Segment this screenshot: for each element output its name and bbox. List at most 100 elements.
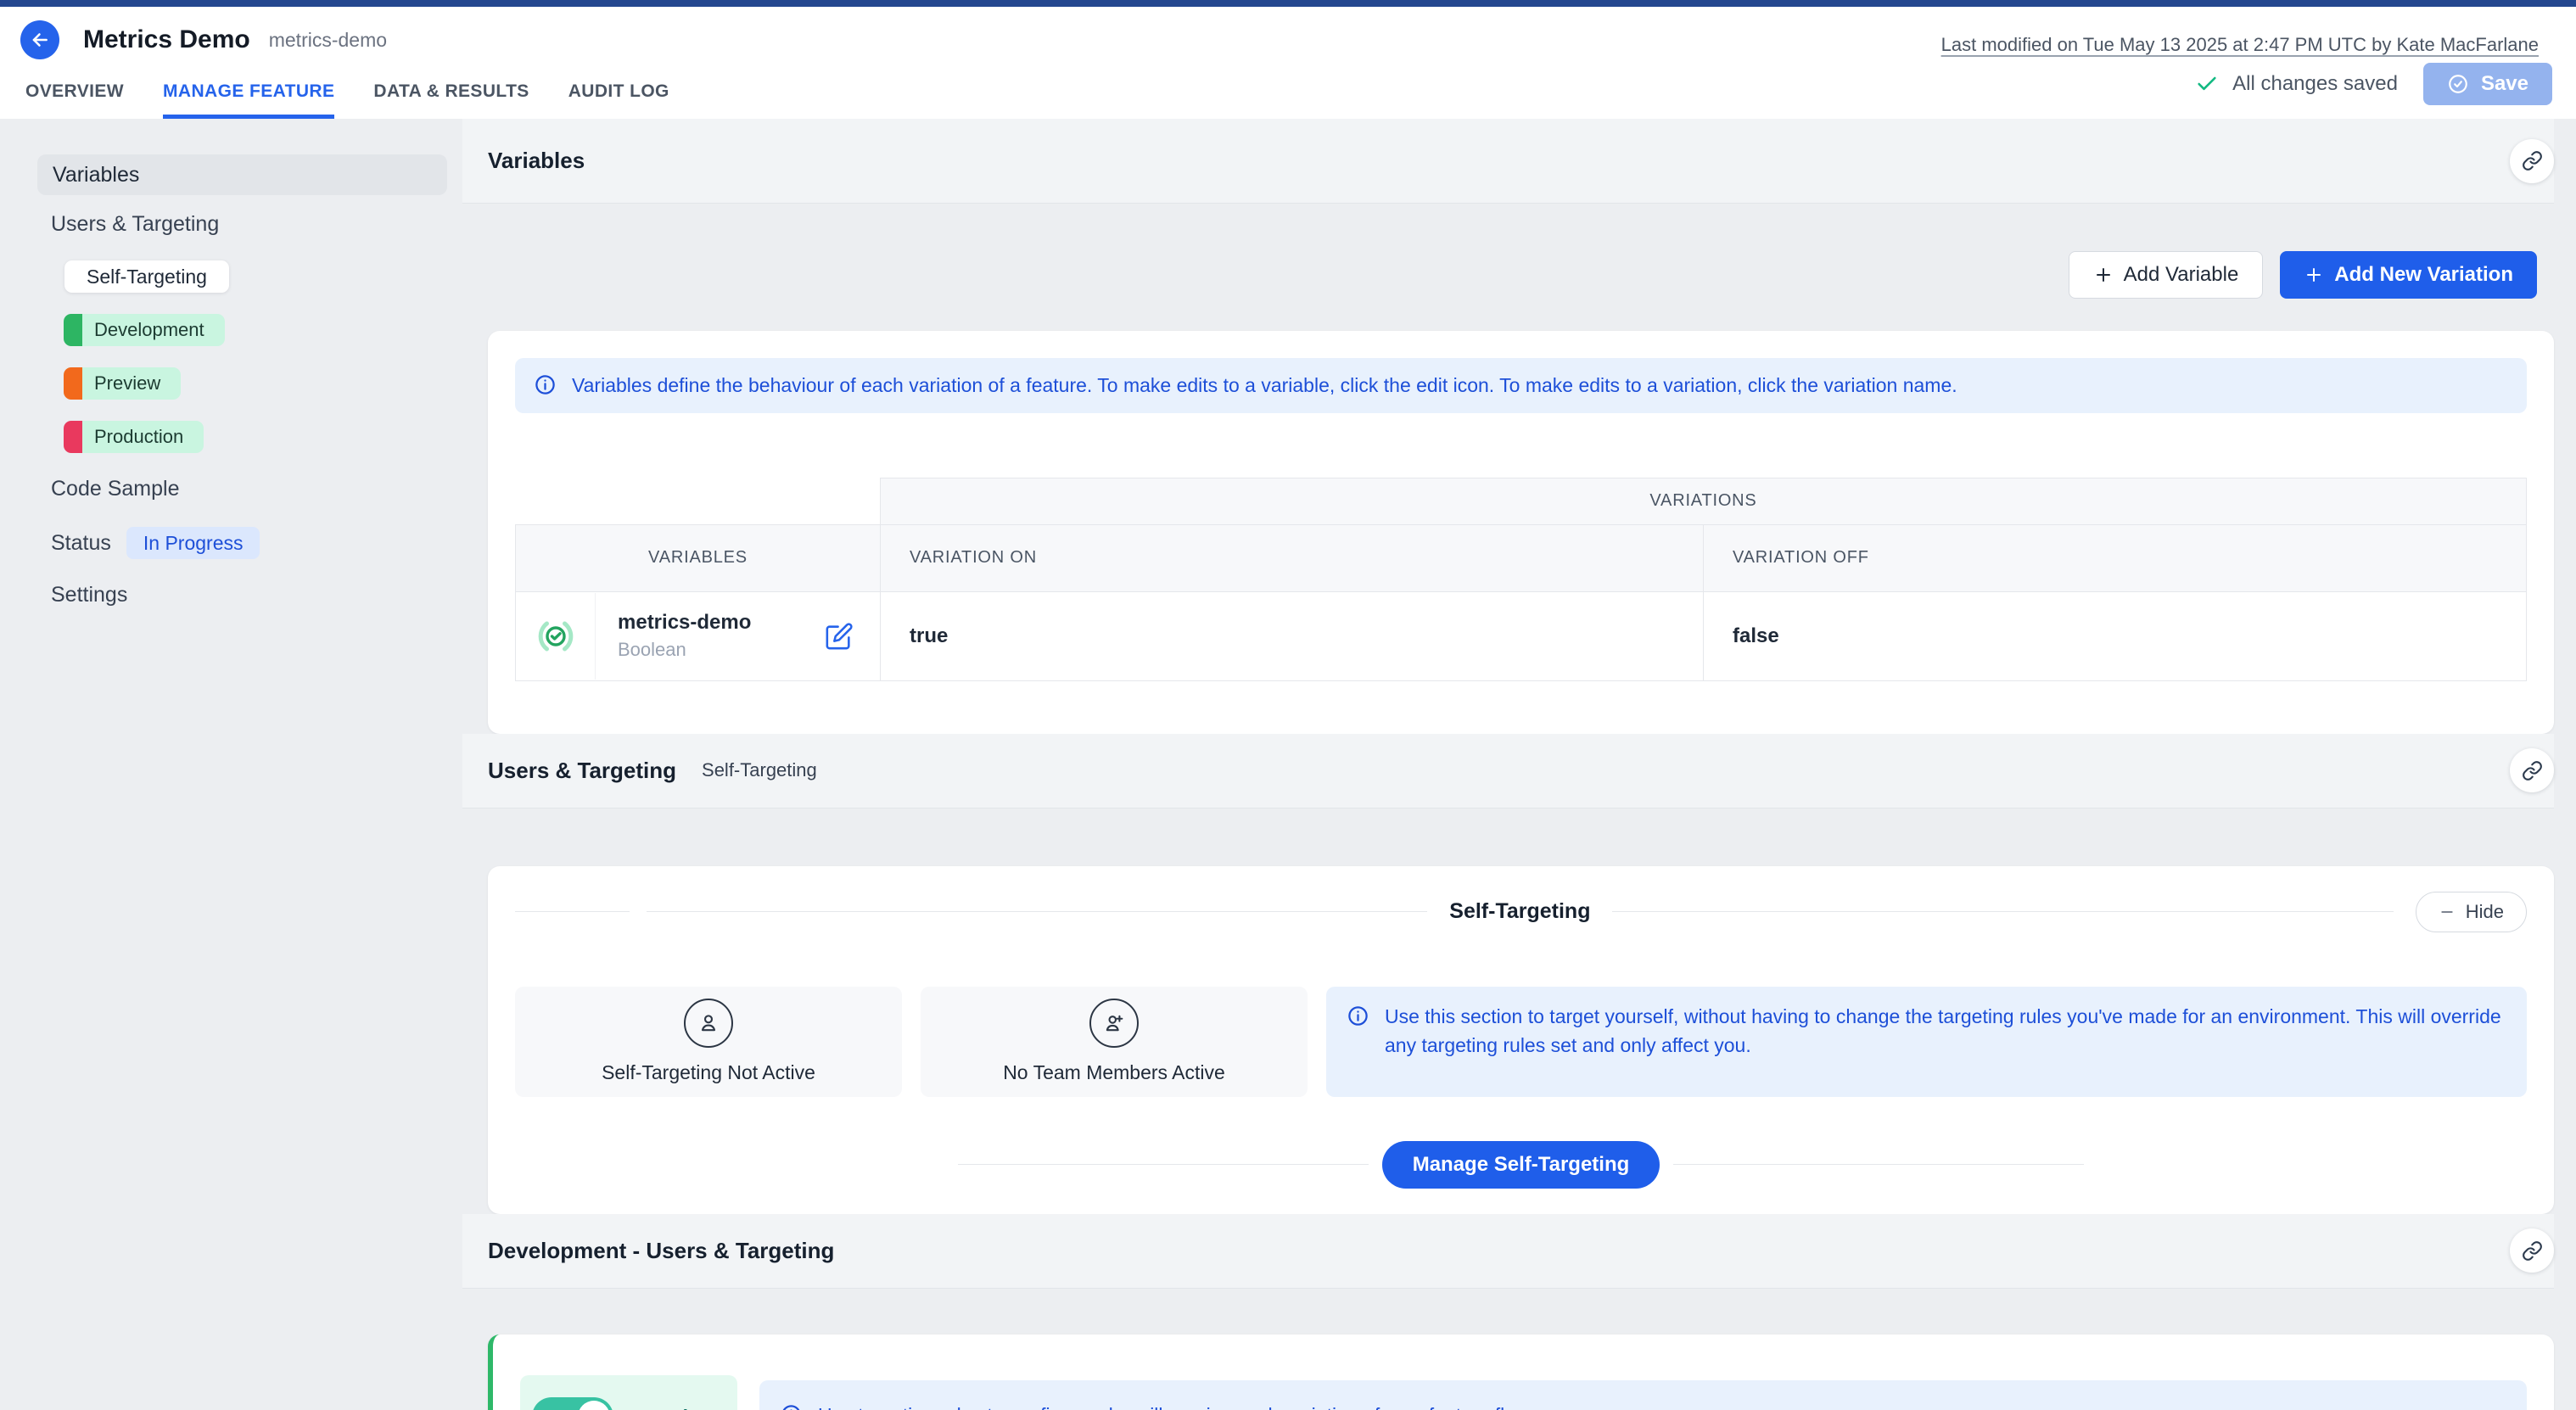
variables-table: VARIATIONS VARIABLES VARIATION ON VARIAT…: [515, 478, 2527, 681]
sidebar-item-code-sample[interactable]: Code Sample: [51, 477, 462, 501]
info-icon: [780, 1401, 803, 1410]
variation-off-value: false: [1704, 591, 2527, 680]
col-header-variables: VARIABLES: [516, 524, 881, 591]
last-modified-link[interactable]: Last modified on Tue May 13 2025 at 2:47…: [1941, 34, 2539, 56]
sidebar-status-row: Status In Progress: [51, 527, 462, 559]
self-targeting-status-row: Self-Targeting Not Active No Team Member…: [515, 987, 2527, 1097]
tab-manage-feature[interactable]: MANAGE FEATURE: [163, 81, 334, 119]
manage-self-targeting-button[interactable]: Manage Self-Targeting: [1382, 1141, 1660, 1189]
sidebar-item-self-targeting[interactable]: Self-Targeting: [64, 260, 229, 293]
self-targeting-status-label: Self-Targeting Not Active: [602, 1061, 815, 1084]
variables-anchor-link-button[interactable]: [2510, 139, 2554, 183]
hide-button-label: Hide: [2466, 901, 2504, 923]
development-info-banner: Use targeting rules to configure who wil…: [759, 1380, 2527, 1410]
section-header-development: Development - Users & Targeting: [462, 1214, 2554, 1289]
targeting-toggle-panel: Targeting ON: [520, 1375, 737, 1410]
sidebar-item-env-production[interactable]: Production: [64, 421, 204, 453]
divider: [958, 1164, 1369, 1165]
tab-data-results[interactable]: DATA & RESULTS: [373, 81, 529, 119]
users-targeting-anchor-link-button[interactable]: [2510, 748, 2554, 792]
save-button[interactable]: Save: [2423, 63, 2552, 105]
link-icon: [2522, 150, 2543, 171]
page-slug: metrics-demo: [269, 29, 387, 52]
section-header-variables: Variables: [462, 119, 2554, 204]
env-color-bar: [64, 367, 82, 400]
plus-icon: [2093, 265, 2114, 285]
check-circle-icon: [2447, 73, 2469, 95]
title-group: Metrics Demo metrics-demo: [20, 20, 387, 59]
sidebar-item-variables[interactable]: Variables: [37, 154, 447, 195]
self-targeting-info-text: Use this section to target yourself, wit…: [1385, 1002, 2506, 1060]
divider: [647, 911, 1427, 912]
development-anchor-link-button[interactable]: [2510, 1228, 2554, 1273]
variables-actions-row: Add Variable Add New Variation: [488, 251, 2537, 299]
main-panel: Variables Add Variable Add New Variation: [462, 119, 2576, 1410]
page-header: Metrics Demo metrics-demo Last modified …: [0, 7, 2576, 119]
divider: [1612, 911, 2393, 912]
save-status: All changes saved: [2195, 72, 2398, 96]
users-targeting-subtitle: Self-Targeting: [702, 759, 817, 781]
team-members-status-label: No Team Members Active: [1003, 1061, 1225, 1084]
development-section-title: Development - Users & Targeting: [488, 1238, 834, 1264]
variables-section-title: Variables: [488, 148, 585, 174]
variables-card: Variables define the behaviour of each v…: [488, 331, 2554, 734]
targeting-toggle[interactable]: [532, 1397, 613, 1410]
sidebar-item-users-targeting[interactable]: Users & Targeting: [51, 212, 462, 237]
user-icon: [684, 999, 733, 1048]
variable-name-block: metrics-demo Boolean: [596, 611, 825, 661]
users-targeting-title: Users & Targeting: [488, 758, 676, 784]
status-badge[interactable]: In Progress: [126, 527, 260, 559]
manage-self-targeting-row: Manage Self-Targeting: [958, 1141, 2085, 1189]
self-targeting-titlebar: Self-Targeting Hide: [515, 890, 2527, 934]
development-info-text: Use targeting rules to configure who wil…: [818, 1401, 1532, 1410]
page-title: Metrics Demo: [83, 25, 250, 54]
link-icon: [2522, 1240, 2543, 1262]
self-targeting-info-banner: Use this section to target yourself, wit…: [1326, 987, 2527, 1097]
add-new-variation-label: Add New Variation: [2334, 263, 2513, 287]
info-icon: [534, 371, 557, 396]
variation-on-value: true: [881, 591, 1704, 680]
sidebar-item-env-preview[interactable]: Preview: [64, 367, 181, 400]
env-color-bar: [64, 314, 82, 346]
variable-status-icon: [517, 593, 596, 680]
sidebar-item-status[interactable]: Status: [51, 531, 111, 556]
env-label: Preview: [82, 367, 181, 400]
top-accent-bar: [0, 0, 2576, 7]
sidebar: Variables Users & Targeting Self-Targeti…: [0, 119, 462, 1410]
variable-name[interactable]: metrics-demo: [618, 611, 825, 635]
variable-type: Boolean: [618, 639, 825, 661]
hide-button[interactable]: Hide: [2416, 892, 2527, 932]
tab-audit-log[interactable]: AUDIT LOG: [568, 81, 669, 119]
table-corner-cell: [516, 478, 881, 524]
arrow-left-icon: [29, 29, 51, 51]
divider: [1673, 1164, 2084, 1165]
tab-bar: OVERVIEW MANAGE FEATURE DATA & RESULTS A…: [25, 81, 669, 119]
user-plus-icon: [1089, 999, 1139, 1048]
edit-variable-button[interactable]: [825, 621, 855, 652]
env-label: Production: [82, 421, 204, 453]
back-button[interactable]: [20, 20, 59, 59]
save-button-label: Save: [2481, 72, 2528, 96]
add-variable-label: Add Variable: [2124, 263, 2239, 287]
self-targeting-status-box: Self-Targeting Not Active: [515, 987, 902, 1097]
divider: [515, 911, 630, 912]
targeting-status-label: Targeting ON: [624, 1406, 729, 1410]
info-icon: [1347, 1002, 1369, 1027]
section-header-users-targeting: Users & Targeting Self-Targeting: [462, 734, 2554, 809]
save-status-text: All changes saved: [2232, 72, 2398, 96]
col-header-variation-off: VARIATION OFF: [1704, 524, 2527, 591]
add-variable-button[interactable]: Add Variable: [2069, 251, 2264, 299]
edit-pencil-icon: [825, 622, 855, 651]
tab-overview[interactable]: OVERVIEW: [25, 81, 124, 119]
self-targeting-panel-title: Self-Targeting: [1427, 899, 1612, 924]
col-header-variation-on: VARIATION ON: [881, 524, 1704, 591]
variable-cell: metrics-demo Boolean: [517, 593, 879, 680]
variables-info-banner: Variables define the behaviour of each v…: [515, 358, 2527, 413]
add-new-variation-button[interactable]: Add New Variation: [2280, 251, 2537, 299]
env-label: Development: [82, 314, 225, 346]
sidebar-item-env-development[interactable]: Development: [64, 314, 225, 346]
plus-icon: [2304, 265, 2324, 285]
check-icon: [2195, 72, 2219, 96]
minus-icon: [2439, 904, 2456, 920]
sidebar-item-settings[interactable]: Settings: [51, 583, 462, 607]
